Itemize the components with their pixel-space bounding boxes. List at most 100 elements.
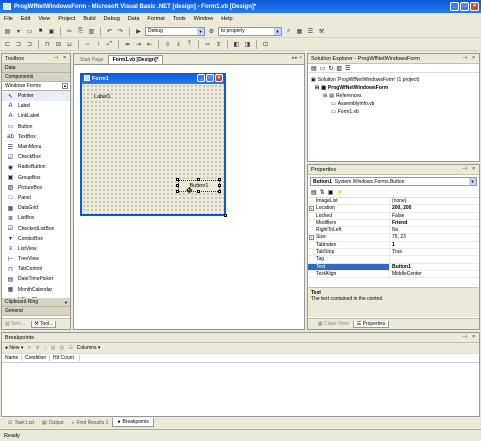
menu-tools[interactable]: Tools <box>173 16 186 22</box>
center-horizontally-icon[interactable]: ⇿ <box>203 40 212 49</box>
resize-handle[interactable] <box>197 190 200 193</box>
vspace-dec-icon[interactable]: ⤒ <box>185 40 194 49</box>
properties-icon[interactable]: ☰ <box>345 65 350 72</box>
property-row-righttoleft[interactable]: RightToLeft No <box>308 227 479 235</box>
property-row-tag[interactable]: Tag <box>308 256 479 264</box>
property-row-tabstop[interactable]: TabStop True <box>308 249 479 257</box>
toolbox-item-picturebox[interactable]: ▨ PictureBox <box>2 183 70 193</box>
toolbox-item-datagrid[interactable]: ▦ DataGrid <box>2 203 70 213</box>
menu-build[interactable]: Build <box>83 16 95 22</box>
minimize-button[interactable]: _ <box>450 2 459 11</box>
undo-icon[interactable]: ↶ <box>105 27 114 36</box>
toolbox-item-mainmenu[interactable]: ☰ MainMenu <box>2 142 70 152</box>
resize-handle[interactable] <box>176 190 179 193</box>
resize-handle[interactable] <box>176 178 179 181</box>
toolbox-item-tabcontrol[interactable]: ⊓ TabControl <box>2 264 70 274</box>
redo-icon[interactable]: ↷ <box>116 27 125 36</box>
save-icon[interactable]: ■ <box>36 27 45 36</box>
save-all-icon[interactable]: ▣ <box>47 27 56 36</box>
property-value[interactable]: 75, 23 <box>390 234 406 240</box>
align-lefts-icon[interactable]: ⊏ <box>3 40 12 49</box>
scroll-down-icon[interactable]: ▼ <box>64 300 68 305</box>
property-value[interactable]: MiddleCenter <box>390 271 422 277</box>
expand-icon[interactable]: + <box>309 206 314 212</box>
pin-icon[interactable]: ⊣ × <box>53 55 68 61</box>
pin-icon[interactable]: ⊣ × <box>462 334 477 340</box>
make-same-size-icon[interactable]: ⤢ <box>105 40 114 49</box>
property-value[interactable]: Friend <box>390 220 407 226</box>
doc-nav-icon[interactable]: ◂ ▸ × <box>291 55 302 61</box>
property-value[interactable]: Button1 <box>390 264 411 270</box>
menu-view[interactable]: View <box>38 16 50 22</box>
align-rights-icon[interactable]: ⊐ <box>25 40 34 49</box>
solution-explorer-icon[interactable]: ▦ <box>295 27 304 36</box>
menu-data[interactable]: Data <box>128 16 140 22</box>
toolbox-item-listview[interactable]: ≡ ListView <box>2 244 70 254</box>
property-row-tabindex[interactable]: TabIndex 1 <box>308 241 479 250</box>
toolbox-category-windows-forms[interactable]: Windows Forms ▲ <box>2 82 70 91</box>
form1-client-area[interactable]: Label1 Button1 ✥ <box>82 84 224 214</box>
toolbox-icon[interactable]: ⚒ <box>317 27 326 36</box>
property-value[interactable]: No <box>390 227 398 233</box>
toolbox-item-listbox[interactable]: ≣ ListBox <box>2 213 70 223</box>
pin-icon[interactable]: ⊣ × <box>462 55 477 61</box>
align-tops-icon[interactable]: ⊓ <box>43 40 52 49</box>
toolbox-item-pointer[interactable]: ↖ Pointer <box>2 91 70 102</box>
hspace-inc-icon[interactable]: ⇥ <box>134 40 143 49</box>
events-icon[interactable]: ⚡ <box>336 189 343 196</box>
breakpoint-properties-icon[interactable]: ☰ <box>68 345 72 351</box>
align-centers-icon[interactable]: ⊐ <box>14 40 23 49</box>
property-value[interactable] <box>390 256 392 262</box>
toolbox-item-panel[interactable]: □ Panel <box>2 193 70 203</box>
tab-form1-design[interactable]: Form1.vb [Design]* <box>107 55 164 64</box>
delete-icon[interactable]: ✕ <box>27 345 31 351</box>
bring-to-front-icon[interactable]: ◧ <box>232 40 241 49</box>
resize-handle[interactable] <box>218 190 221 193</box>
align-middles-icon[interactable]: ⊟ <box>54 40 63 49</box>
hspace-dec-icon[interactable]: ⇤ <box>145 40 154 49</box>
form-resize-handle[interactable] <box>224 214 227 217</box>
properties-view-icon[interactable]: ▣ <box>328 189 334 196</box>
property-row-locked[interactable]: Locked False <box>308 212 479 220</box>
menu-debug[interactable]: Debug <box>104 16 120 22</box>
scroll-up-icon[interactable]: ▲ <box>62 83 68 89</box>
form1-window[interactable]: Form1 _ □ × Label1 Button1 ✥ <box>80 73 227 217</box>
add-item-icon[interactable]: ▾ <box>14 27 23 36</box>
tab-breakpoints[interactable]: ● Breakpoints <box>112 418 154 427</box>
open-icon[interactable]: ▭ <box>25 27 34 36</box>
object-selector[interactable]: Button1 System.Windows.Forms.Button ▼ <box>310 177 477 186</box>
toolbox-item-textbox[interactable]: ab TextBox <box>2 132 70 142</box>
new-project-icon[interactable]: ▤ <box>3 27 12 36</box>
property-value[interactable]: True <box>390 249 402 255</box>
lock-controls-icon[interactable]: ⊡ <box>261 40 270 49</box>
toolbox-item-label[interactable]: A Label <box>2 101 70 111</box>
show-all-files-icon[interactable]: ▥ <box>336 65 342 72</box>
property-value[interactable]: (none) <box>390 198 406 204</box>
maximize-button[interactable]: □ <box>460 2 469 11</box>
center-vertically-icon[interactable]: ⇕ <box>214 40 223 49</box>
toolbox-item-monthcalendar[interactable]: ▦ MonthCalendar <box>2 285 70 295</box>
resize-handle[interactable] <box>176 184 179 187</box>
tree-node-assemblyinfo[interactable]: ▭ AssemblyInfo.vb <box>311 100 476 108</box>
toolbox-item-checkbox[interactable]: ☑ CheckBox <box>2 152 70 162</box>
menu-edit[interactable]: Edit <box>21 16 30 22</box>
send-to-back-icon[interactable]: ◨ <box>243 40 252 49</box>
goto-source-icon[interactable]: ▤ <box>51 345 56 351</box>
alphabetical-icon[interactable]: ⇅ <box>320 189 325 196</box>
toolbox-item-checkedlistbox[interactable]: ☑ CheckedListBox <box>2 223 70 233</box>
categorized-icon[interactable]: ▤ <box>311 189 317 196</box>
toolbox-item-groupbox[interactable]: ▣ GroupBox <box>2 173 70 183</box>
property-row-textalign[interactable]: TextAlign MiddleCenter <box>308 270 479 279</box>
make-same-width-icon[interactable]: ↔ <box>83 40 92 49</box>
cut-icon[interactable]: ✂ <box>65 27 74 36</box>
find-combo[interactable]: to properly ▼ <box>218 26 282 36</box>
config-combo[interactable]: Debug ▼ <box>145 26 205 36</box>
tab-output[interactable]: ▤ Output <box>38 418 68 427</box>
paste-icon[interactable]: ▥ <box>87 27 96 36</box>
resize-handle[interactable] <box>218 184 221 187</box>
goto-disassembly-icon[interactable]: ▥ <box>60 345 65 351</box>
property-value[interactable]: False <box>390 213 404 219</box>
toolbox-item-button[interactable]: ▭ Button <box>2 122 70 132</box>
build-icon[interactable]: ⚙ <box>207 27 216 36</box>
align-bottoms-icon[interactable]: ⊔ <box>65 40 74 49</box>
